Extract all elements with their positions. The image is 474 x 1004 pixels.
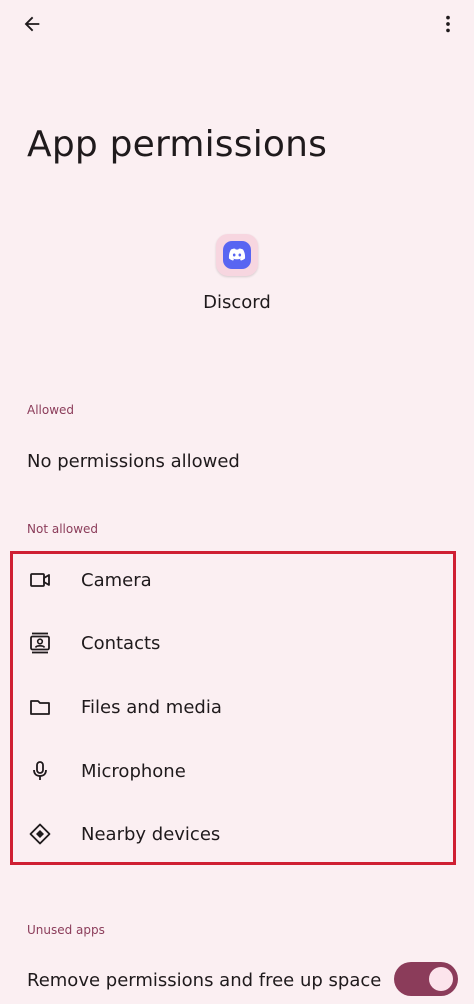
toggle-knob [429, 967, 453, 991]
folder-icon [27, 694, 53, 720]
permission-label: Contacts [81, 632, 161, 654]
permission-label: Nearby devices [81, 823, 221, 845]
permission-label: Microphone [81, 760, 186, 782]
permission-item-files-and-media[interactable]: Files and media [14, 681, 454, 733]
contacts-icon [27, 630, 53, 656]
arrow-left-icon [21, 13, 43, 39]
more-options-button[interactable] [430, 8, 466, 44]
camera-icon [27, 567, 53, 593]
more-vert-icon [437, 13, 459, 39]
back-button[interactable] [14, 8, 50, 44]
permission-label: Files and media [81, 696, 222, 718]
nearby-devices-icon [27, 821, 53, 847]
app-name: Discord [203, 292, 271, 313]
permission-item-contacts[interactable]: Contacts [14, 617, 454, 669]
discord-icon [223, 241, 251, 269]
permission-item-nearby-devices[interactable]: Nearby devices [14, 808, 454, 860]
section-label-unused-apps: Unused apps [27, 923, 105, 937]
section-label-not-allowed: Not allowed [27, 522, 99, 536]
permission-item-microphone[interactable]: Microphone [14, 745, 454, 797]
remove-permissions-toggle[interactable] [394, 962, 458, 996]
no-permissions-text: No permissions allowed [27, 451, 240, 472]
section-label-allowed: Allowed [27, 403, 75, 417]
permission-item-camera[interactable]: Camera [14, 554, 454, 606]
app-icon [216, 234, 258, 276]
remove-permissions-label: Remove permissions and free up space [27, 970, 382, 991]
permission-label: Camera [81, 569, 152, 591]
page-title: App permissions [27, 124, 328, 165]
microphone-icon [27, 758, 53, 784]
